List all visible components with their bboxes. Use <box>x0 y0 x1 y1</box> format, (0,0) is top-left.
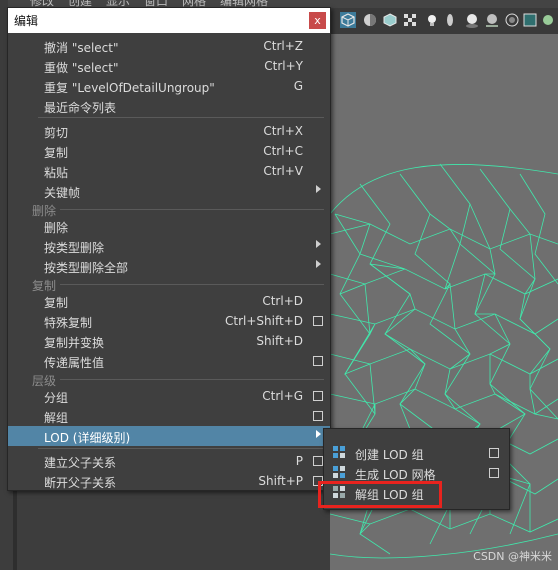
camera-icon[interactable] <box>442 12 458 28</box>
menu-item-shortcut: Ctrl+X <box>263 124 303 138</box>
shaded-sphere-icon[interactable] <box>362 12 378 28</box>
main-menubar: 修改 创建 显示 窗口 网格 编辑网格 <box>0 0 558 8</box>
menu-separator <box>38 448 324 449</box>
menu-item-label: 重复 "LevelOfDetailUngroup" <box>44 81 215 95</box>
menu-item-duplicate[interactable]: 复制 Ctrl+D <box>8 291 330 311</box>
menu-item-label: 粘贴 <box>44 166 69 180</box>
xray-icon[interactable] <box>504 12 520 28</box>
menu-item-unparent[interactable]: 断开父子关系 Shift+P <box>8 471 330 491</box>
menu-item-shortcut: Shift+D <box>256 334 303 348</box>
shelf-toolbar <box>330 8 558 35</box>
menu-item-keys[interactable]: 关键帧 <box>8 181 330 201</box>
lod-grid-icon <box>333 446 345 458</box>
menu-item-label: 分组 <box>44 391 69 405</box>
edit-menu: 编辑 x 撤消 "select" Ctrl+Z 重做 "select" Ctrl+Y… <box>7 7 331 491</box>
wire-cube-icon[interactable] <box>382 12 398 28</box>
menu-item-repeat[interactable]: 重复 "LevelOfDetailUngroup" G <box>8 76 330 96</box>
light-icon[interactable] <box>424 12 440 28</box>
menu-item-parent[interactable]: 建立父子关系 P <box>8 451 330 471</box>
section-duplicate: 复制 <box>8 276 330 293</box>
menu-item-label: 建立父子关系 <box>44 456 117 470</box>
menu-item-ungroup[interactable]: 解组 <box>8 406 330 426</box>
menu-item-label: 最近命令列表 <box>44 101 117 115</box>
menu-item-paste[interactable]: 粘贴 Ctrl+V <box>8 161 330 181</box>
option-box-icon[interactable] <box>313 391 323 401</box>
submenu-item-label: 创建 LOD 组 <box>355 448 424 462</box>
menu-item-delete-all-by-type[interactable]: 按类型删除全部 <box>8 256 330 276</box>
menu-item-label: 删除 <box>44 221 69 235</box>
menu-item-shortcut: Ctrl+C <box>263 144 303 158</box>
menu-item-shortcut: Ctrl+Y <box>264 59 303 73</box>
menu-item-label: LOD (详细级别) <box>44 431 131 445</box>
menu-item-label: 撤消 "select" <box>44 41 119 55</box>
section-hierarchy: 层级 <box>8 371 330 388</box>
menu-item-shortcut: P <box>295 454 303 468</box>
menu-separator <box>38 117 324 118</box>
submenu-arrow-icon <box>316 430 321 438</box>
menu-item-label: 按类型删除全部 <box>44 261 129 275</box>
menu-title: 编辑 <box>14 14 39 28</box>
annotation-highlight-box <box>318 481 442 508</box>
menu-item-delete[interactable]: 删除 <box>8 216 330 236</box>
checker-icon[interactable] <box>402 12 418 28</box>
menu-item-group[interactable]: 分组 Ctrl+G <box>8 386 330 406</box>
menu-item-label: 特殊复制 <box>44 316 93 330</box>
menu-item-duplicate-special[interactable]: 特殊复制 Ctrl+Shift+D <box>8 311 330 331</box>
section-delete: 删除 <box>8 201 330 218</box>
menu-item-label: 按类型删除 <box>44 241 105 255</box>
cube-icon[interactable] <box>340 12 356 28</box>
menu-item-lod[interactable]: LOD (详细级别) <box>8 426 330 446</box>
menu-item-label: 剪切 <box>44 126 69 140</box>
shadow-sphere-icon[interactable] <box>464 12 480 28</box>
menu-item-cut[interactable]: 剪切 Ctrl+X <box>8 121 330 141</box>
submenu-arrow-icon <box>316 185 321 193</box>
section-divider <box>60 209 324 210</box>
menu-item-shortcut: Ctrl+Shift+D <box>225 314 303 328</box>
menu-title-bar[interactable]: 编辑 x <box>8 8 330 33</box>
option-box-icon[interactable] <box>489 448 499 458</box>
close-icon[interactable]: x <box>309 12 326 29</box>
menu-item-label: 传递属性值 <box>44 356 105 370</box>
submenu-item-create-lod-group[interactable]: 创建 LOD 组 <box>324 443 509 463</box>
bottom-panel <box>0 490 330 570</box>
menu-item-label: 断开父子关系 <box>44 476 117 490</box>
submenu-arrow-icon <box>316 240 321 248</box>
option-box-icon[interactable] <box>489 468 499 478</box>
option-box-icon[interactable] <box>313 316 323 326</box>
menu-item-shortcut: Ctrl+Z <box>263 39 303 53</box>
menu-item-redo[interactable]: 重做 "select" Ctrl+Y <box>8 56 330 76</box>
menu-item-recent-commands[interactable]: 最近命令列表 <box>8 96 330 116</box>
lod-mesh-icon <box>333 466 345 478</box>
menu-item-shortcut: Ctrl+V <box>263 164 303 178</box>
isolate-icon[interactable] <box>540 12 556 28</box>
menu-item-delete-by-type[interactable]: 按类型删除 <box>8 236 330 256</box>
option-box-icon[interactable] <box>313 356 323 366</box>
menu-item-copy[interactable]: 复制 Ctrl+C <box>8 141 330 161</box>
watermark: CSDN @神米米 <box>473 550 552 563</box>
section-divider <box>60 379 324 380</box>
menu-item-label: 解组 <box>44 411 69 425</box>
menu-item-shortcut: Shift+P <box>258 474 303 488</box>
sphere-ground-icon[interactable] <box>484 12 500 28</box>
panel-divider <box>13 490 17 570</box>
menu-item-label: 复制并变换 <box>44 336 105 350</box>
menu-item-shortcut: Ctrl+G <box>262 389 303 403</box>
menu-item-shortcut: G <box>293 79 303 93</box>
menu-item-transfer-attributes[interactable]: 传递属性值 <box>8 351 330 371</box>
menu-item-label: 关键帧 <box>44 186 81 200</box>
frame-icon[interactable] <box>522 12 538 28</box>
menu-item-label: 复制 <box>44 296 69 310</box>
option-box-icon[interactable] <box>313 456 323 466</box>
menu-item-duplicate-with-transform[interactable]: 复制并变换 Shift+D <box>8 331 330 351</box>
menu-item-label: 重做 "select" <box>44 61 119 75</box>
option-box-icon[interactable] <box>313 411 323 421</box>
menu-item-label: 复制 <box>44 146 69 160</box>
submenu-item-generate-lod-mesh[interactable]: 生成 LOD 网格 <box>324 463 509 483</box>
menu-item-undo[interactable]: 撤消 "select" Ctrl+Z <box>8 36 330 56</box>
section-divider <box>60 284 324 285</box>
submenu-arrow-icon <box>316 260 321 268</box>
menu-item-shortcut: Ctrl+D <box>262 294 303 308</box>
